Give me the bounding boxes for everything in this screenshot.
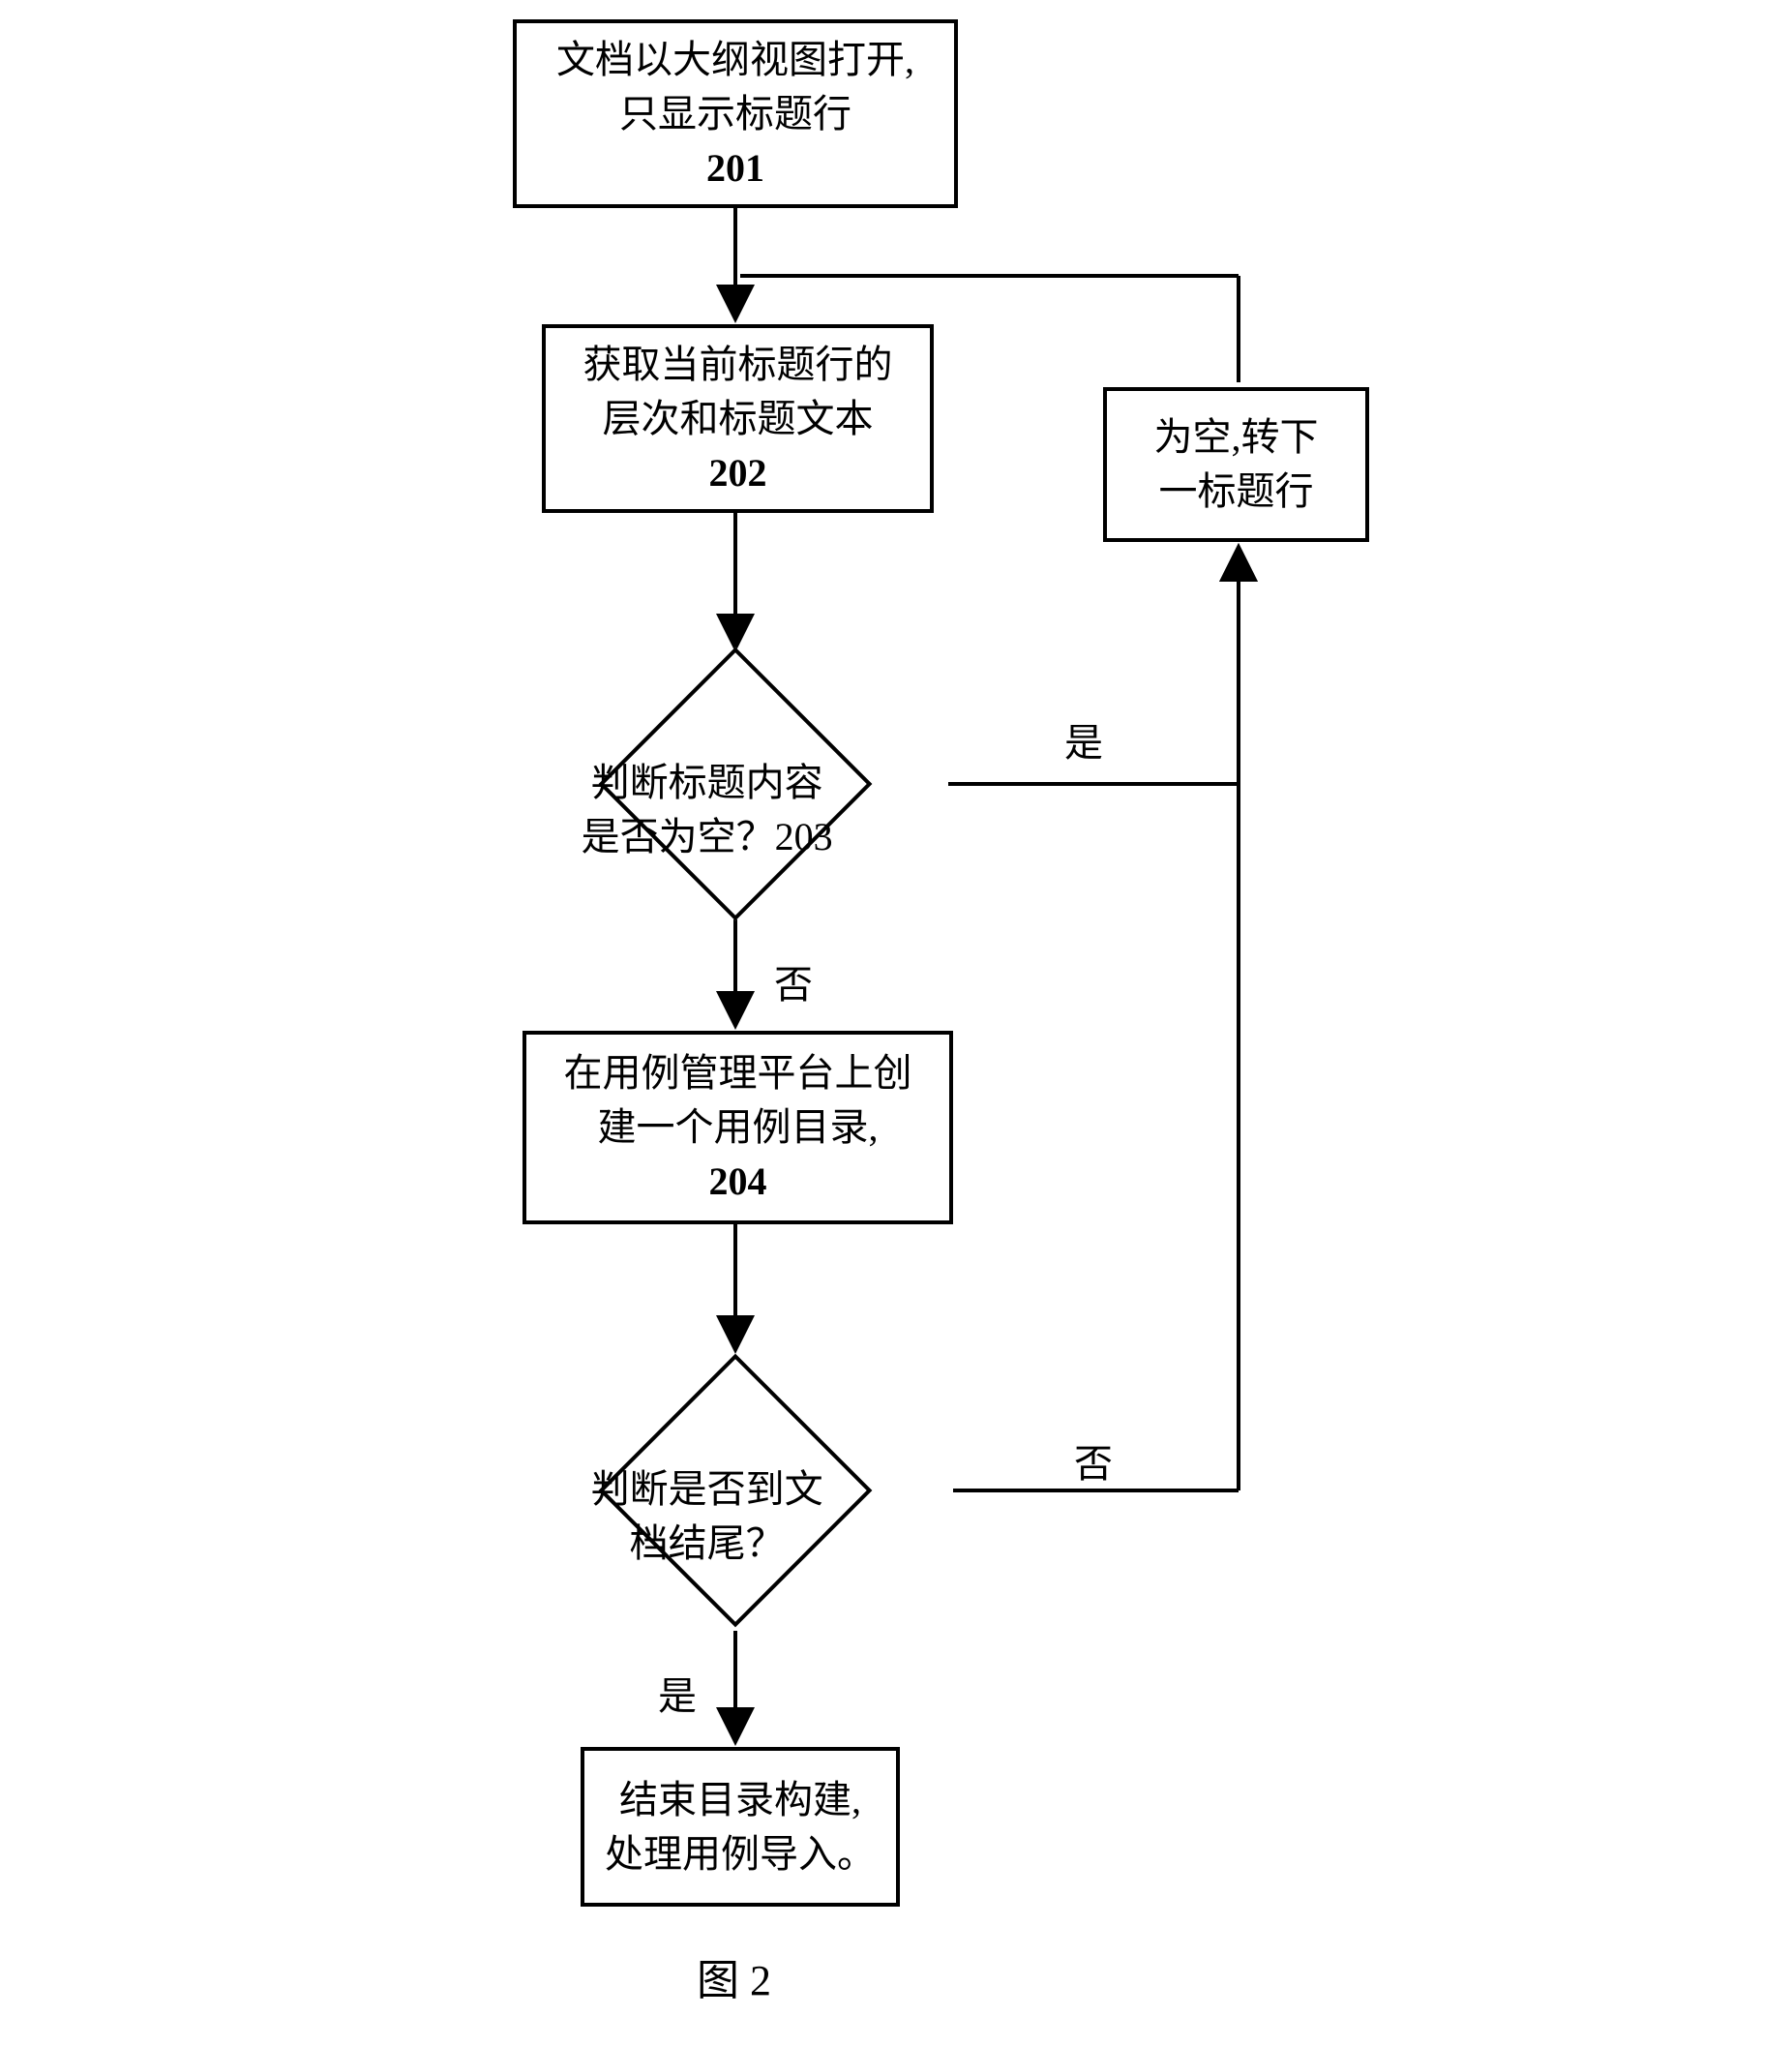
step-end-line2: 处理用例导入。 bbox=[605, 1827, 876, 1881]
label-no-2: 否 bbox=[1074, 1432, 1113, 1489]
step-202-line1: 获取当前标题行的 bbox=[583, 338, 893, 392]
step-201-line1: 文档以大纲视图打开, bbox=[556, 33, 914, 87]
step-201-number: 201 bbox=[706, 141, 764, 196]
label-no-1: 否 bbox=[774, 953, 813, 1009]
step-end-line1: 结束目录构建, bbox=[619, 1773, 861, 1827]
label-yes-2: 是 bbox=[658, 1665, 697, 1721]
step-204-line1: 在用例管理平台上创 bbox=[564, 1046, 912, 1100]
step-end: 结束目录构建, 处理用例导入。 bbox=[581, 1747, 900, 1907]
step-side-line2: 一标题行 bbox=[1159, 465, 1314, 519]
step-204: 在用例管理平台上创 建一个用例目录, 204 bbox=[523, 1031, 953, 1224]
figure-caption: 图 2 bbox=[697, 1945, 771, 2007]
step-202: 获取当前标题行的 层次和标题文本 202 bbox=[542, 324, 934, 513]
step-201: 文档以大纲视图打开, 只显示标题行 201 bbox=[513, 19, 958, 208]
step-201-line2: 只显示标题行 bbox=[619, 87, 851, 141]
flowlines bbox=[0, 0, 1792, 2046]
step-202-line2: 层次和标题文本 bbox=[603, 392, 874, 446]
step-side: 为空,转下 一标题行 bbox=[1103, 387, 1369, 542]
decision-203-text: 判断标题内容是否为空？203 bbox=[577, 756, 837, 864]
decision-end: 判断是否到文档结尾？ bbox=[599, 1354, 873, 1628]
step-side-line1: 为空,转下 bbox=[1154, 410, 1319, 465]
decision-end-text: 判断是否到文档结尾？ bbox=[577, 1462, 837, 1571]
label-yes-1: 是 bbox=[1064, 711, 1103, 767]
step-204-number: 204 bbox=[709, 1155, 767, 1209]
step-202-number: 202 bbox=[709, 446, 767, 500]
step-204-line2: 建一个用例目录, bbox=[598, 1100, 879, 1155]
decision-203: 判断标题内容是否为空？203 bbox=[599, 647, 873, 921]
